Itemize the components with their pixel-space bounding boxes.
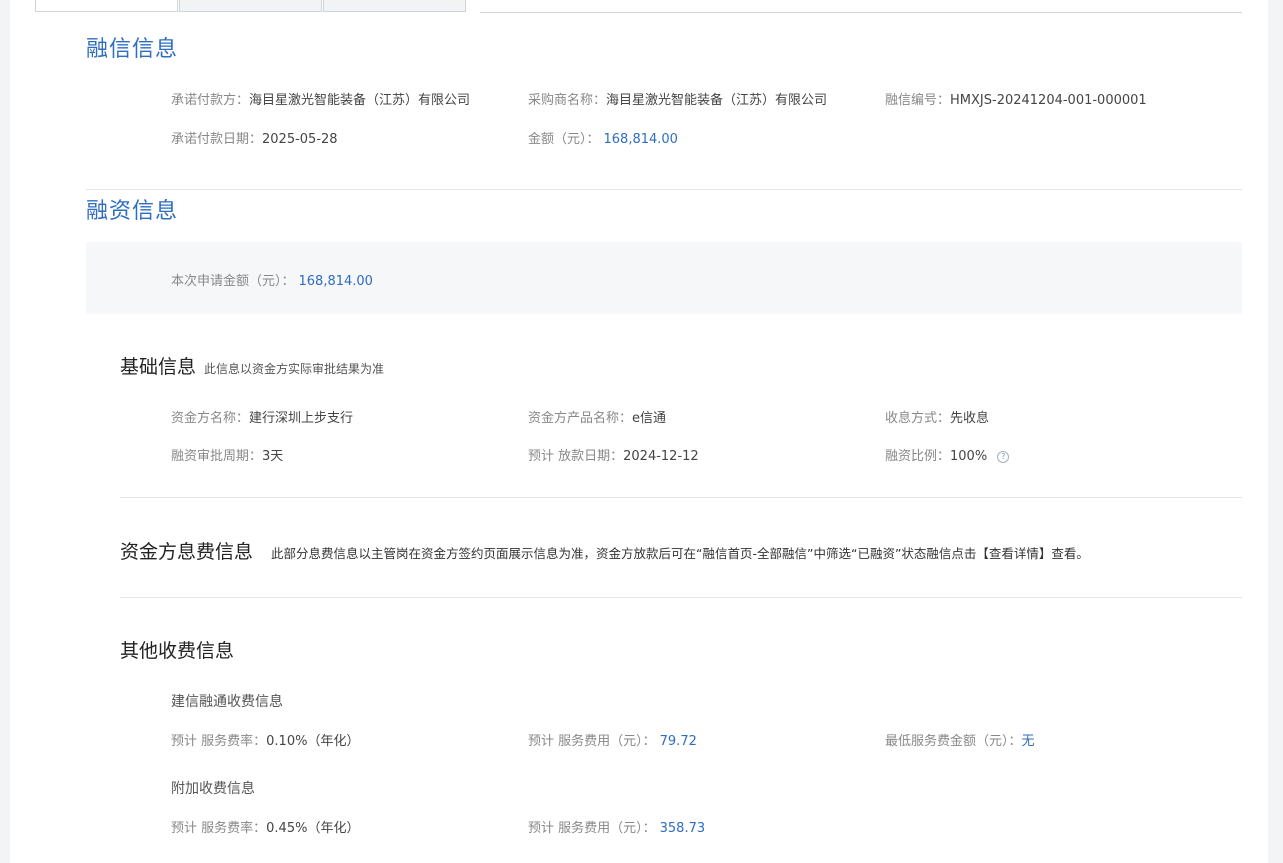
group1-title: 建信融通收费信息: [171, 694, 283, 710]
basic-info-title: 基础信息: [120, 356, 197, 378]
g2-fee-label: 预计 服务费用（元）：: [528, 821, 656, 836]
ratio-value: 100%: [950, 449, 988, 464]
fees-heading: 资金方息费信息 此部分息费信息以主管岗在资金方签约页面展示信息为准，资金方放款后可…: [120, 537, 1089, 564]
g1-rate-field: 预计 服务费率：0.10%（年化）: [171, 730, 359, 749]
g1-fee-field: 预计 服务费用（元）： 79.72: [528, 730, 697, 749]
g2-rate-value: 0.45%（年化）: [266, 821, 360, 836]
g1-min-field: 最低服务费金额（元）：无: [885, 730, 1035, 749]
buyer-field: 采购商名称：海目星激光智能装备（江苏）有限公司: [528, 89, 827, 108]
tab-3[interactable]: [323, 0, 466, 12]
g1-min-label: 最低服务费金额（元）：: [885, 734, 1022, 749]
basic-info-heading: 基础信息 此信息以资金方实际审批结果为准: [120, 352, 384, 379]
interest-value: 先收息: [950, 411, 990, 426]
g1-rate-label: 预计 服务费率：: [171, 734, 267, 749]
amount-value: 168,814.00: [603, 132, 678, 147]
tab-2[interactable]: [179, 0, 322, 12]
group2-title: 附加收费信息: [171, 781, 255, 797]
ratio-field: 融资比例：100%?: [885, 445, 1010, 464]
buyer-label: 采购商名称：: [528, 93, 607, 108]
loan-date-value: 2024-12-12: [623, 449, 699, 464]
ratio-label: 融资比例：: [885, 449, 951, 464]
g2-rate-field: 预计 服务费率：0.45%（年化）: [171, 817, 359, 836]
period-value: 3天: [262, 449, 284, 464]
pay-date-field: 承诺付款日期：2025-05-28: [171, 128, 338, 147]
buyer-value: 海目星激光智能装备（江苏）有限公司: [606, 93, 828, 108]
credit-code-field: 融信编号：HMXJS-20241204-001-000001: [885, 89, 1147, 108]
product-value: e信通: [632, 411, 667, 426]
product-label: 资金方产品名称：: [528, 411, 633, 426]
g2-fee-field: 预计 服务费用（元）： 358.73: [528, 817, 705, 836]
basic-info-note: 此信息以资金方实际审批结果为准: [204, 362, 385, 376]
payer-value: 海目星激光智能装备（江苏）有限公司: [249, 93, 471, 108]
pay-date-label: 承诺付款日期：: [171, 132, 263, 147]
g2-rate-label: 预计 服务费率：: [171, 821, 267, 836]
payer-label: 承诺付款方：: [171, 93, 250, 108]
loan-date-field: 预计 放款日期：2024-12-12: [528, 445, 699, 464]
other-fees-title: 其他收费信息: [120, 640, 235, 662]
g2-fee-value: 358.73: [659, 821, 706, 836]
apply-amount-label: 本次申请金额（元）：: [171, 274, 295, 289]
g1-rate-value: 0.10%（年化）: [266, 734, 360, 749]
fees-note: 此部分息费信息以主管岗在资金方签约页面展示信息为准，资金方放款后可在“融信首页-…: [271, 546, 1089, 561]
amount-field: 金额（元）： 168,814.00: [528, 128, 678, 147]
section-divider: [86, 189, 1242, 190]
interest-label: 收息方式：: [885, 411, 951, 426]
tab-1[interactable]: [35, 0, 178, 12]
fees-divider: [120, 597, 1242, 598]
help-icon[interactable]: ?: [997, 450, 1010, 463]
funder-value: 建行深圳上步支行: [249, 411, 354, 426]
payer-field: 承诺付款方：海目星激光智能装备（江苏）有限公司: [171, 89, 470, 108]
funder-label: 资金方名称：: [171, 411, 250, 426]
apply-amount-field: 本次申请金额（元）： 168,814.00: [171, 270, 373, 289]
amount-label: 金额（元）：: [528, 132, 600, 147]
interest-field: 收息方式：先收息: [885, 407, 989, 426]
tab-divider: [480, 12, 1242, 13]
financing-section-title: 融资信息: [86, 199, 179, 224]
period-field: 融资审批周期：3天: [171, 445, 283, 464]
g1-min-value: 无: [1021, 734, 1035, 749]
credit-code-value: HMXJS-20241204-001-000001: [950, 93, 1147, 108]
product-field: 资金方产品名称：e信通: [528, 407, 666, 426]
apply-amount-value: 168,814.00: [298, 274, 373, 289]
g1-fee-value: 79.72: [659, 734, 697, 749]
basic-divider: [120, 497, 1242, 498]
credit-code-label: 融信编号：: [885, 93, 951, 108]
g1-fee-label: 预计 服务费用（元）：: [528, 734, 656, 749]
credit-section-title: 融信信息: [86, 37, 179, 62]
tab-bar: [35, 0, 467, 13]
fees-title: 资金方息费信息: [120, 541, 254, 563]
loan-date-label: 预计 放款日期：: [528, 449, 624, 464]
period-label: 融资审批周期：: [171, 449, 263, 464]
funder-field: 资金方名称：建行深圳上步支行: [171, 407, 353, 426]
pay-date-value: 2025-05-28: [262, 132, 338, 147]
main-panel: 融信信息 承诺付款方：海目星激光智能装备（江苏）有限公司 采购商名称：海目星激光…: [10, 0, 1268, 863]
